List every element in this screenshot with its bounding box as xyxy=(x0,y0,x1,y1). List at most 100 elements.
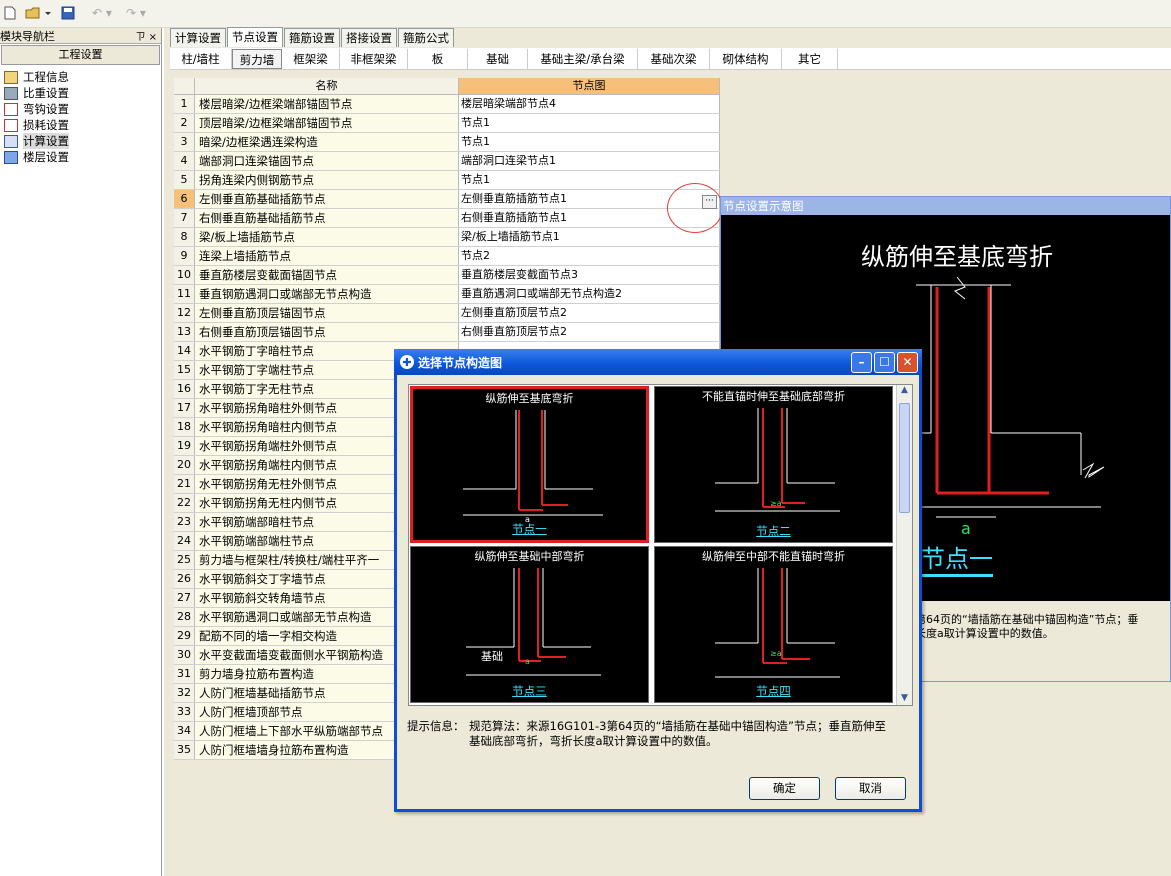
row-name-cell[interactable]: 梁/板上墙插筋节点 xyxy=(195,228,459,246)
table-row[interactable]: 10 垂直筋楼层变截面锚固节点 垂直筋楼层变截面节点3 xyxy=(174,266,720,285)
tab-calc[interactable]: 计算设置 xyxy=(170,28,226,47)
grid-corner xyxy=(174,78,195,94)
grid-header-name[interactable]: 名称 xyxy=(195,78,459,94)
row-number: 5 xyxy=(174,171,195,189)
cancel-button[interactable]: 取消 xyxy=(835,777,906,800)
subtab-foundation-secondary-beam[interactable]: 基础次梁 xyxy=(638,48,710,69)
table-row[interactable]: 12 左侧垂直筋顶层锚固节点 左侧垂直筋顶层节点2 xyxy=(174,304,720,323)
nav-item-label: 比重设置 xyxy=(23,86,69,100)
nav-item-label: 楼层设置 xyxy=(23,150,69,164)
row-name-cell[interactable]: 右侧垂直筋基础插筋节点 xyxy=(195,209,459,227)
row-name-cell[interactable]: 楼层暗梁/边框梁端部锚固节点 xyxy=(195,95,459,113)
row-name-cell[interactable]: 右侧垂直筋顶层锚固节点 xyxy=(195,323,459,341)
tab-node[interactable]: 节点设置 xyxy=(227,27,283,47)
thumb-diagram xyxy=(463,410,603,516)
subtab-masonry[interactable]: 砌体结构 xyxy=(710,48,782,69)
row-name-cell[interactable]: 左侧垂直筋基础插筋节点 xyxy=(195,190,459,208)
table-row[interactable]: 7 右侧垂直筋基础插筋节点 右侧垂直筋插筋节点1 xyxy=(174,209,720,228)
ok-button[interactable]: 确定 xyxy=(749,777,820,800)
row-name-cell[interactable]: 垂直钢筋遇洞口或端部无节点构造 xyxy=(195,285,459,303)
row-number: 22 xyxy=(174,494,195,512)
open-folder-icon[interactable] xyxy=(24,4,52,22)
hint-label: 提示信息： xyxy=(407,719,465,733)
subtab-column[interactable]: 柱/墙柱 xyxy=(170,48,232,69)
row-name-cell[interactable]: 左侧垂直筋顶层锚固节点 xyxy=(195,304,459,322)
table-row[interactable]: 2 顶层暗梁/边框梁端部锚固节点 节点1 xyxy=(174,114,720,133)
row-name-cell[interactable]: 暗梁/边框梁遇连梁构造 xyxy=(195,133,459,151)
subtab-nonframe-beam[interactable]: 非框架梁 xyxy=(340,48,408,69)
subtab-frame-beam[interactable]: 框架梁 xyxy=(282,48,340,69)
row-name-cell[interactable]: 垂直筋楼层变截面锚固节点 xyxy=(195,266,459,284)
row-node-cell[interactable]: 节点1 xyxy=(459,133,720,151)
hint-text-line2: 基础底部弯折，弯折长度a取计算设置中的数值。 xyxy=(469,734,718,748)
nav-pin-close-icon[interactable]: ㄗ × xyxy=(135,28,157,43)
nav-section-header[interactable]: 工程设置 xyxy=(1,45,160,65)
save-icon[interactable] xyxy=(60,4,76,22)
table-row[interactable]: 9 连梁上墙插筋节点 节点2 xyxy=(174,247,720,266)
nav-item-floor[interactable]: 楼层设置 xyxy=(0,149,161,165)
table-row[interactable]: 11 垂直钢筋遇洞口或端部无节点构造 垂直筋遇洞口或端部无节点构造2 xyxy=(174,285,720,304)
row-number: 17 xyxy=(174,399,195,417)
scroll-up-icon[interactable]: ▲ xyxy=(897,385,912,399)
select-node-dialog: ✚ 选择节点构造图 – ☐ ✕ 纵筋伸至基底弯折 a 节点一 不能直锚时伸至基础… xyxy=(394,349,922,812)
table-row[interactable]: 8 梁/板上墙插筋节点 梁/板上墙插筋节点1 xyxy=(174,228,720,247)
table-row[interactable]: 6 左侧垂直筋基础插筋节点 左侧垂直筋插筋节点1 xyxy=(174,190,720,209)
settings-tabs: 计算设置 节点设置 箍筋设置 搭接设置 箍筋公式 xyxy=(170,27,455,47)
thumb-label: 节点三 xyxy=(512,684,547,698)
nav-title: 模块导航栏 xyxy=(0,29,55,43)
hint-text-line1: 规范算法：来源16G101-3第64页的“墙插筋在基础中锚固构造”节点；垂直筋伸… xyxy=(469,719,887,733)
thumb-title: 纵筋伸至基底弯折 xyxy=(485,392,574,405)
row-node-cell[interactable]: 节点1 xyxy=(459,114,720,132)
subtab-shear-wall[interactable]: 剪力墙 xyxy=(232,48,282,69)
row-number: 9 xyxy=(174,247,195,265)
table-row[interactable]: 5 拐角连梁内侧钢筋节点 节点1 xyxy=(174,171,720,190)
row-node-cell[interactable]: 右侧垂直筋顶层节点2 xyxy=(459,323,720,341)
subtab-slab[interactable]: 板 xyxy=(408,48,468,69)
table-row[interactable]: 1 楼层暗梁/边框梁端部锚固节点 楼层暗梁端部节点4 xyxy=(174,95,720,114)
row-node-cell[interactable]: 端部洞口连梁节点1 xyxy=(459,152,720,170)
nav-item-loss[interactable]: 损耗设置 xyxy=(0,117,161,133)
redo-icon[interactable]: ↷ ▾ xyxy=(122,4,150,22)
loss-icon xyxy=(4,118,18,132)
nav-item-weight[interactable]: 比重设置 xyxy=(0,85,161,101)
nav-item-hook[interactable]: 弯钩设置 xyxy=(0,101,161,117)
node-thumb-1[interactable]: 纵筋伸至基底弯折 a 节点一 xyxy=(410,386,649,543)
highlight-circle xyxy=(667,183,723,233)
row-node-cell[interactable]: 垂直筋遇洞口或端部无节点构造2 xyxy=(459,285,720,303)
tab-lap[interactable]: 搭接设置 xyxy=(341,28,397,47)
tab-stirrup[interactable]: 箍筋设置 xyxy=(284,28,340,47)
row-number: 31 xyxy=(174,665,195,683)
grid-header-value[interactable]: 节点图 xyxy=(459,78,720,94)
nav-item-calc[interactable]: 计算设置 xyxy=(0,133,161,149)
subtab-other[interactable]: 其它 xyxy=(782,48,838,69)
node-thumb-2[interactable]: 不能直锚时伸至基础底部弯折 ≥a 节点二 xyxy=(654,386,893,543)
close-icon[interactable]: ✕ xyxy=(897,351,918,373)
thumb-scrollbar[interactable]: ▲ ▼ xyxy=(896,385,912,705)
table-row[interactable]: 4 端部洞口连梁锚固节点 端部洞口连梁节点1 xyxy=(174,152,720,171)
row-node-cell[interactable]: 左侧垂直筋顶层节点2 xyxy=(459,304,720,322)
subtab-foundation-main-beam[interactable]: 基础主梁/承台梁 xyxy=(528,48,638,69)
row-node-cell[interactable]: 楼层暗梁端部节点4 xyxy=(459,95,720,113)
row-number: 10 xyxy=(174,266,195,284)
row-name-cell[interactable]: 顶层暗梁/边框梁端部锚固节点 xyxy=(195,114,459,132)
maximize-icon[interactable]: ☐ xyxy=(874,351,895,373)
subtab-foundation[interactable]: 基础 xyxy=(468,48,528,69)
table-row[interactable]: 13 右侧垂直筋顶层锚固节点 右侧垂直筋顶层节点2 xyxy=(174,323,720,342)
row-node-cell[interactable]: 梁/板上墙插筋节点1 xyxy=(459,228,720,246)
scroll-thumb[interactable] xyxy=(899,403,910,513)
node-thumbnail-list: 纵筋伸至基底弯折 a 节点一 不能直锚时伸至基础底部弯折 ≥a 节点二 纵筋伸至… xyxy=(408,384,913,706)
table-row[interactable]: 3 暗梁/边框梁遇连梁构造 节点1 xyxy=(174,133,720,152)
undo-icon[interactable]: ↶ ▾ xyxy=(88,4,116,22)
nav-item-project-info[interactable]: 工程信息 xyxy=(0,69,161,85)
row-name-cell[interactable]: 连梁上墙插筋节点 xyxy=(195,247,459,265)
node-thumb-3[interactable]: 纵筋伸至基础中部弯折 基础 a 节点三 xyxy=(410,546,649,703)
minimize-icon[interactable]: – xyxy=(851,351,872,373)
row-name-cell[interactable]: 拐角连梁内侧钢筋节点 xyxy=(195,171,459,189)
row-node-cell[interactable]: 节点2 xyxy=(459,247,720,265)
tab-stirrup-formula[interactable]: 箍筋公式 xyxy=(398,28,454,47)
row-node-cell[interactable]: 垂直筋楼层变截面节点3 xyxy=(459,266,720,284)
new-file-icon[interactable] xyxy=(2,4,18,22)
scroll-down-icon[interactable]: ▼ xyxy=(897,693,912,703)
node-thumb-4[interactable]: 纵筋伸至中部不能直锚时弯折 ≥a 节点四 xyxy=(654,546,893,703)
row-name-cell[interactable]: 端部洞口连梁锚固节点 xyxy=(195,152,459,170)
